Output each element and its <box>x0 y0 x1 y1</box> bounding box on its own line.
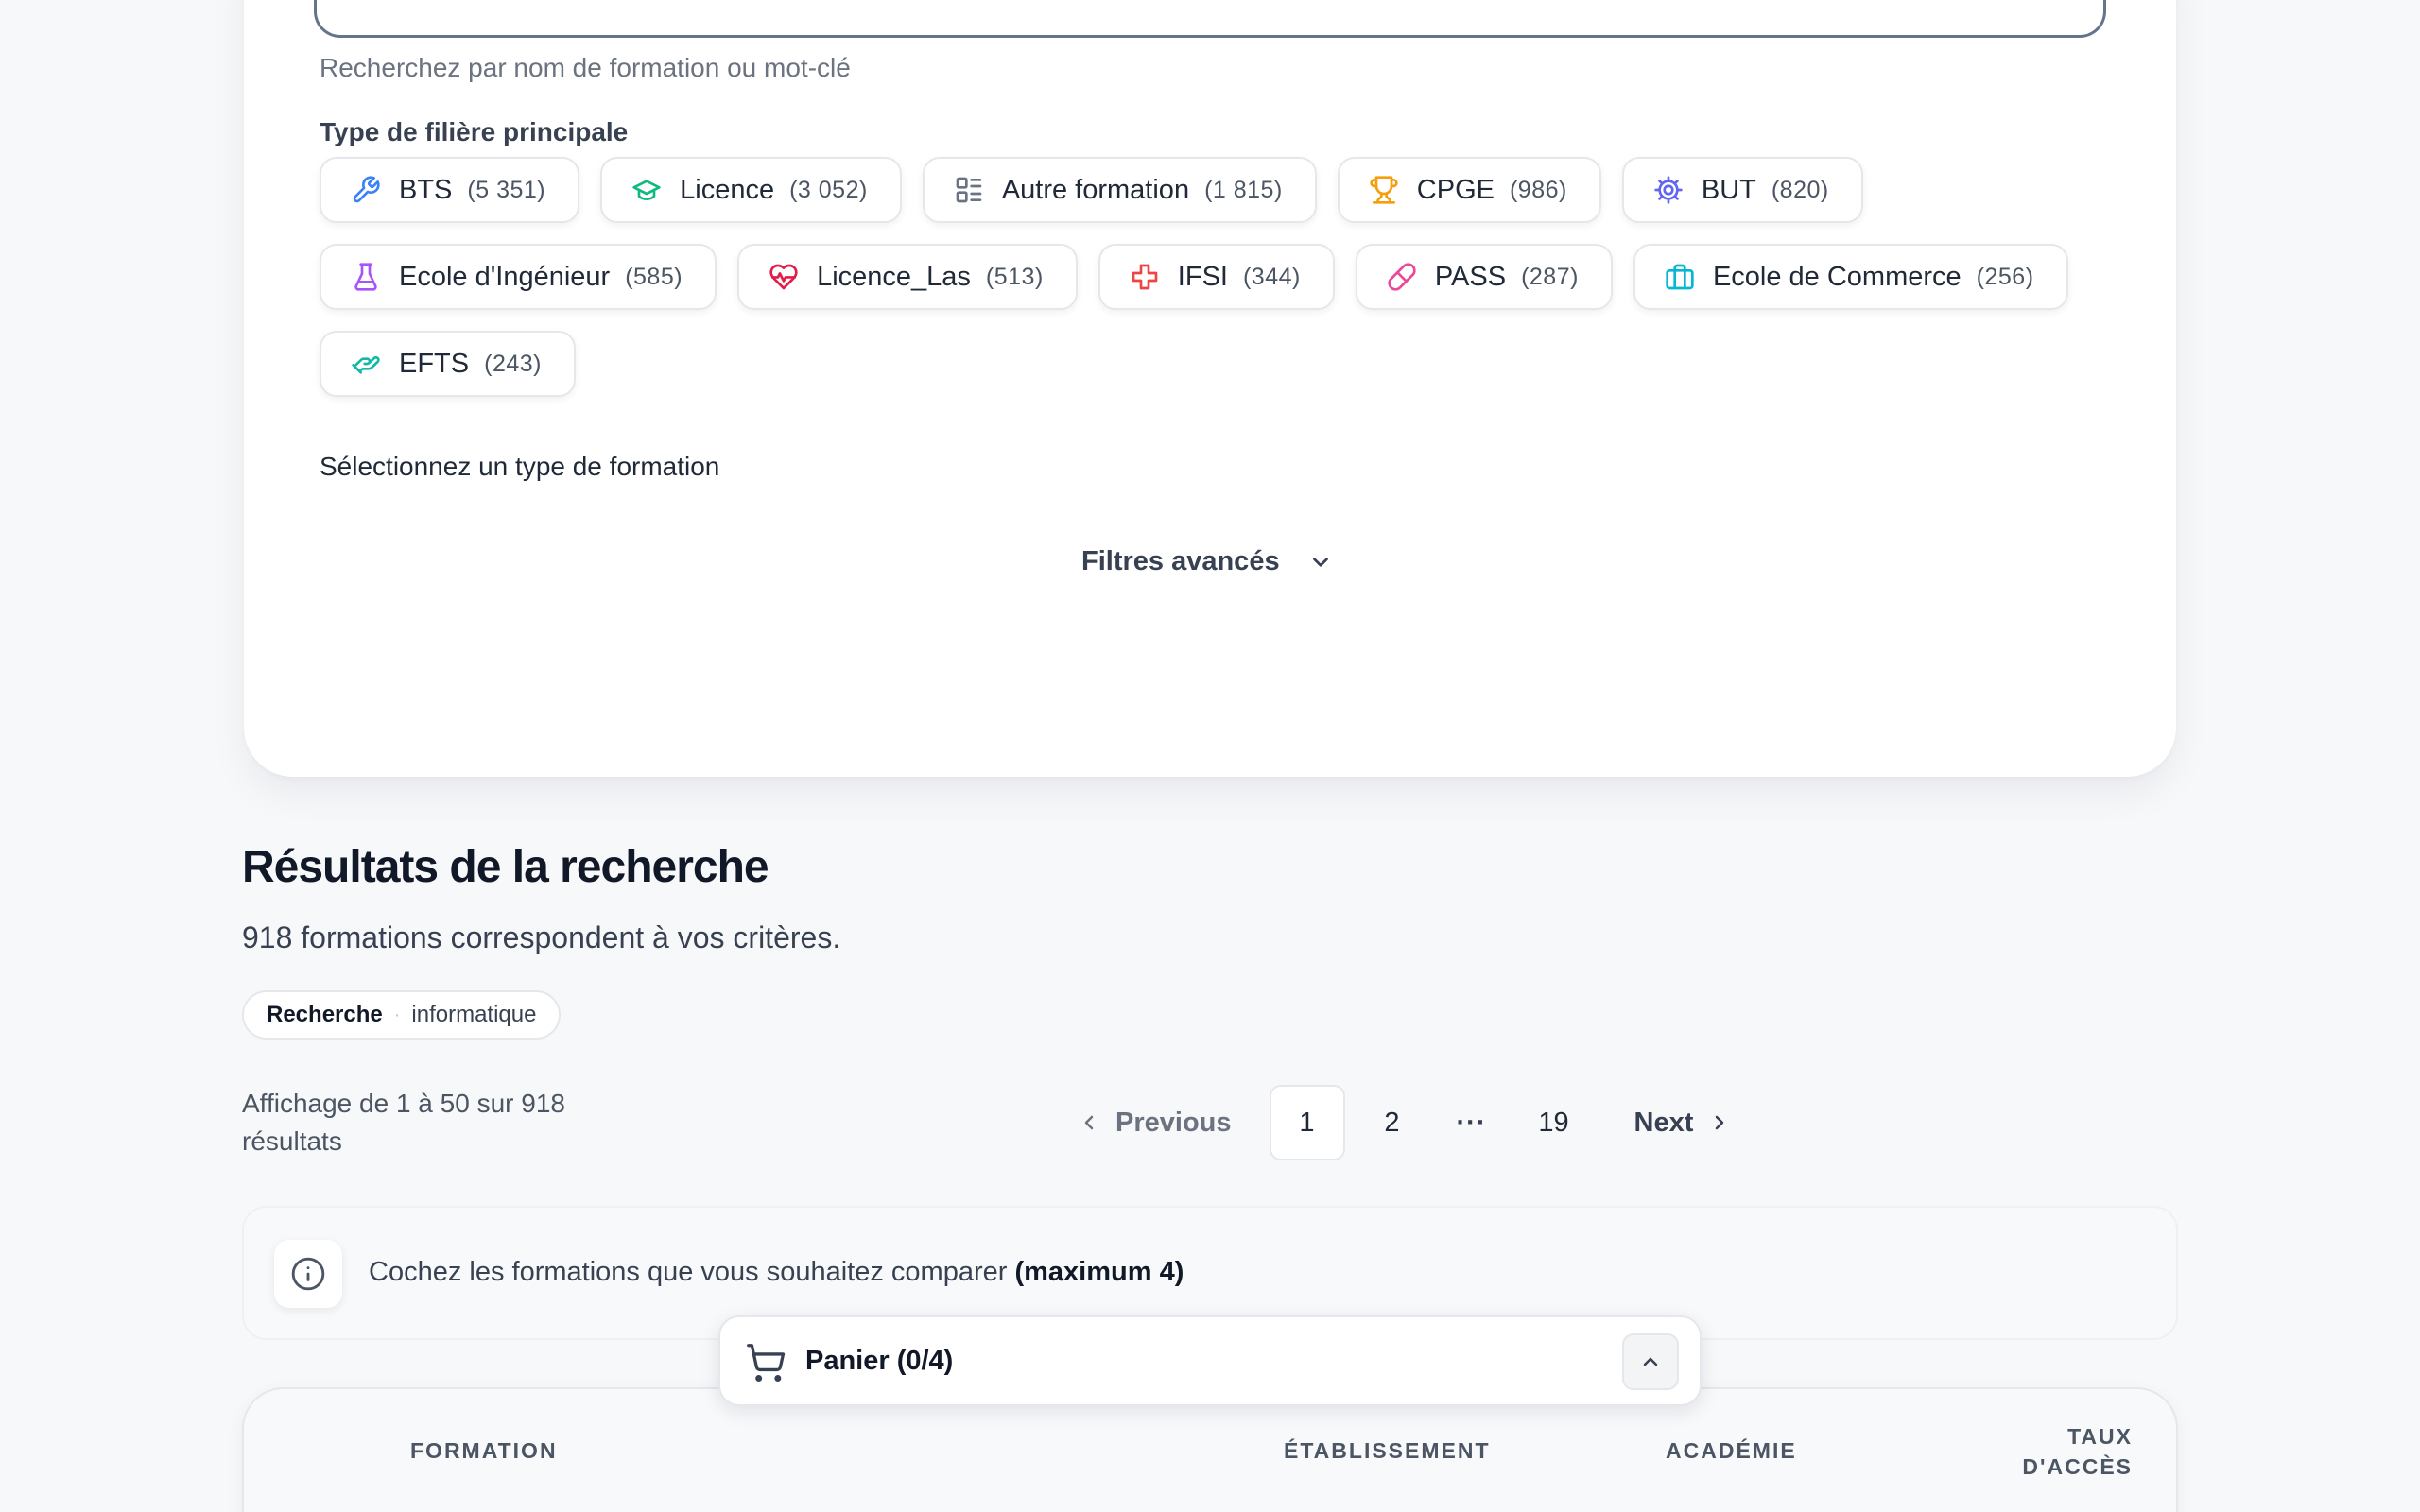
pill-icon <box>1386 261 1418 293</box>
chip-autre-formation[interactable]: Autre formation (1 815) <box>922 157 1317 223</box>
chip-count: (344) <box>1242 263 1301 290</box>
chip-count: (820) <box>1771 176 1829 203</box>
helping-hand-icon <box>350 348 382 380</box>
tag-separator: · <box>393 1004 401 1025</box>
taux-header-line1: TAUX <box>2067 1424 2133 1449</box>
chip-count: (986) <box>1509 176 1567 203</box>
trophy-icon <box>1368 174 1400 206</box>
cart-expand-button[interactable] <box>1622 1333 1679 1390</box>
search-help-text: Recherchez par nom de formation ou mot-c… <box>320 53 851 82</box>
flask-icon <box>350 261 382 293</box>
chip-label: EFTS <box>399 348 470 379</box>
chip-pass[interactable]: PASS (287) <box>1355 244 1613 310</box>
chip-count: (3 052) <box>789 176 868 203</box>
chip-label: BUT <box>1701 174 1756 205</box>
list-icon <box>953 174 985 206</box>
briefcase-icon <box>1664 261 1696 293</box>
shopping-cart-icon <box>747 1344 786 1382</box>
select-type-help-text: Sélectionnez un type de formation <box>320 452 720 481</box>
filiere-type-label: Type de filière principale <box>320 117 629 146</box>
chip-ecole-ingenieur[interactable]: Ecole d'Ingénieur (585) <box>320 244 717 310</box>
next-label: Next <box>1634 1107 1694 1138</box>
chip-label: IFSI <box>1177 261 1228 292</box>
advanced-filters-label: Filtres avancés <box>1081 546 1280 576</box>
heart-pulse-icon <box>768 261 800 293</box>
pagination: Previous 1 2 ··· 19 Next <box>1078 1085 1731 1160</box>
page-1-button[interactable]: 1 <box>1269 1085 1345 1160</box>
chip-count: (256) <box>1976 263 2034 290</box>
previous-label: Previous <box>1115 1107 1232 1138</box>
filiere-chip-group: BTS (5 351) Licence (3 052) Autre format… <box>320 157 2116 397</box>
compare-info-text: Cochez les formations que vous souhaitez… <box>369 1257 1184 1288</box>
cart-label: Panier (0/4) <box>805 1346 954 1376</box>
chevron-left-icon <box>1084 1115 1094 1130</box>
chip-count: (585) <box>625 263 683 290</box>
chip-efts[interactable]: EFTS (243) <box>320 331 576 397</box>
tag-key: Recherche <box>267 1002 383 1027</box>
info-icon <box>274 1240 342 1308</box>
chip-count: (1 815) <box>1204 176 1283 203</box>
pagination-next[interactable]: Next <box>1634 1108 1732 1139</box>
compare-max: (maximum 4) <box>1014 1257 1184 1287</box>
chip-count: (513) <box>985 263 1044 290</box>
chip-label: Autre formation <box>1001 174 1190 205</box>
gear-icon <box>1652 174 1685 206</box>
graduation-cap-icon <box>631 174 663 206</box>
chip-label: BTS <box>399 174 453 205</box>
pagination-ellipsis: ··· <box>1456 1107 1487 1138</box>
search-input[interactable] <box>314 0 2106 38</box>
chip-label: Ecole d'Ingénieur <box>399 261 611 292</box>
column-header-academie[interactable]: ACADÉMIE <box>1666 1438 1797 1464</box>
chip-count: (243) <box>484 350 542 377</box>
column-header-formation[interactable]: FORMATION <box>410 1438 558 1464</box>
chip-count: (287) <box>1521 263 1579 290</box>
chip-but[interactable]: BUT (820) <box>1621 157 1863 223</box>
chevron-right-icon <box>1716 1115 1724 1130</box>
medical-cross-icon <box>1129 261 1161 293</box>
chip-label: Licence <box>680 174 775 205</box>
chip-licence-las[interactable]: Licence_Las (513) <box>737 244 1078 310</box>
chevron-up-icon <box>1643 1357 1658 1366</box>
chevron-down-icon <box>1312 557 1328 567</box>
chip-count: (5 351) <box>467 176 546 203</box>
results-range-text: Affichage de 1 à 50 sur 918 résultats <box>242 1089 565 1156</box>
chip-label: PASS <box>1434 261 1507 292</box>
chip-cpge[interactable]: CPGE (986) <box>1337 157 1601 223</box>
wrench-icon <box>350 174 382 206</box>
advanced-filters-toggle[interactable]: Filtres avancés <box>1081 546 1333 577</box>
chip-label: Licence_Las <box>817 261 971 292</box>
tag-value: informatique <box>411 1002 537 1027</box>
chip-ifsi[interactable]: IFSI (344) <box>1098 244 1335 310</box>
column-header-etablissement[interactable]: ÉTABLISSEMENT <box>1284 1438 1491 1464</box>
search-filter-card: Recherchez par nom de formation ou mot-c… <box>244 0 2176 777</box>
compare-text: Cochez les formations que vous souhaitez… <box>369 1257 1008 1287</box>
chip-ecole-commerce[interactable]: Ecole de Commerce (256) <box>1633 244 2068 310</box>
pagination-previous[interactable]: Previous <box>1078 1108 1232 1139</box>
results-count: 918 formations correspondent à vos critè… <box>242 920 841 954</box>
compare-cart-bar[interactable]: Panier (0/4) <box>718 1315 1702 1406</box>
chip-label: CPGE <box>1416 174 1495 205</box>
page-2-button[interactable]: 2 <box>1374 1108 1411 1139</box>
chip-licence[interactable]: Licence (3 052) <box>600 157 902 223</box>
chip-label: Ecole de Commerce <box>1712 261 1962 292</box>
column-header-taux-acces[interactable]: TAUX D'ACCÈS <box>1944 1421 2133 1482</box>
active-filter-tag[interactable]: Recherche · informatique <box>242 990 562 1040</box>
page-19-button[interactable]: 19 <box>1530 1108 1578 1139</box>
results-title: Résultats de la recherche <box>242 842 769 892</box>
taux-header-line2: D'ACCÈS <box>2022 1454 2133 1479</box>
chip-bts[interactable]: BTS (5 351) <box>320 157 580 223</box>
